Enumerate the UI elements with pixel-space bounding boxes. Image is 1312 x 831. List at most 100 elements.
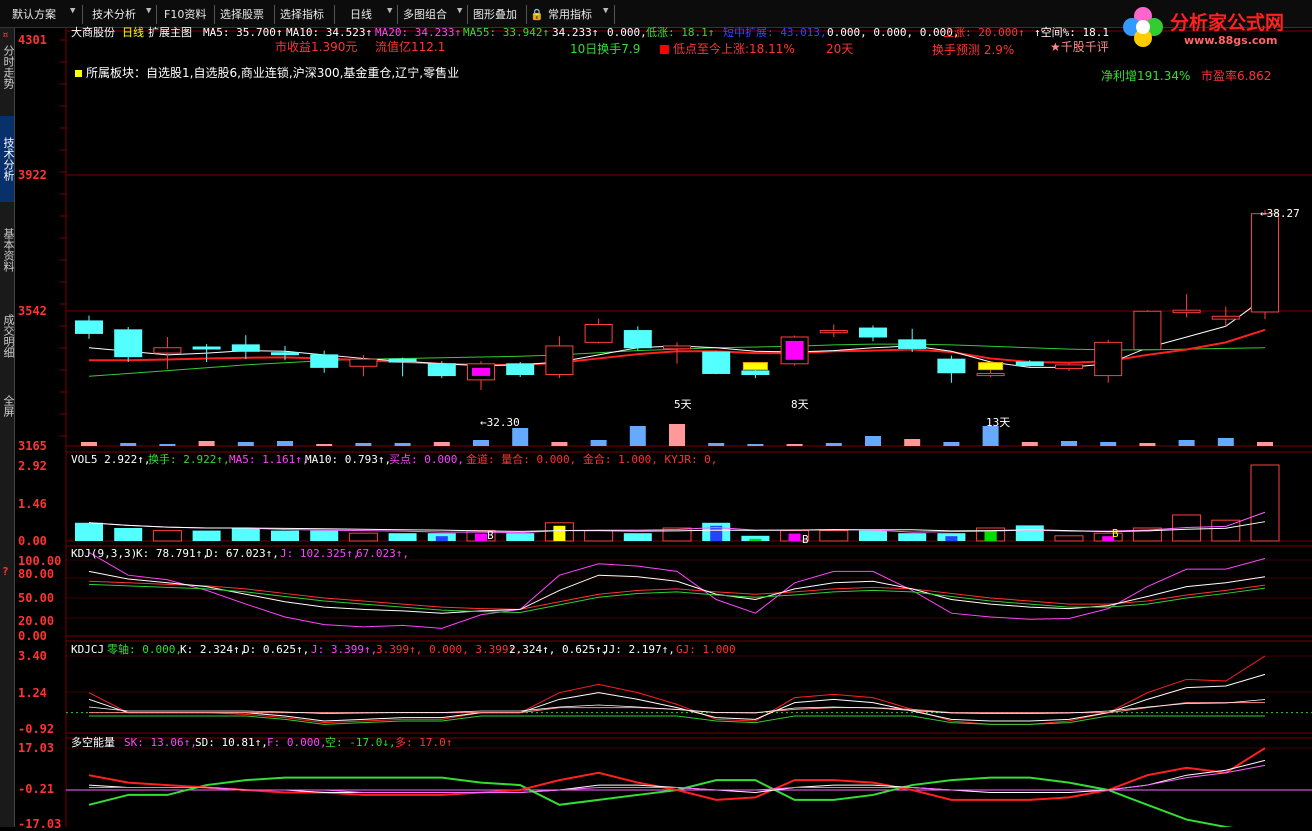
dk-header-f: F: 0.000, [267,736,327,749]
main-volume-bar [473,440,489,446]
dk-header-long: 多: 17.0↑ [395,736,453,749]
volume-bar [388,533,417,541]
kdjcj-k-line [88,673,1266,722]
volume-bar [623,533,652,541]
main-volume-bars [81,424,1273,446]
main-volume-bar [277,441,293,446]
main-volume-bar [1178,440,1195,446]
candle-body [1133,310,1162,351]
ma10-value: MA10: 34.523↑ [286,26,373,39]
main-volume-bar [512,428,529,446]
volume-bar [231,527,260,541]
ma55-value: MA55: 33.942↑ [463,26,550,39]
help-icon[interactable]: ? [2,565,9,578]
main-volume-bar [1257,442,1273,446]
ma5-value: MA5: 35.700↑ [203,26,283,39]
net-profit-info: 净利增191.34% [1101,69,1191,83]
kdj-y-100: 100.00 [18,554,62,568]
kdjcj-header-name: KDJCJ [71,643,105,656]
kdj-y-20: 20.00 [18,614,55,628]
main-volume-bar [786,444,803,446]
logo-url: www.88gs.com [1184,34,1278,47]
kdjcj-header-gj: GJ: 1.000 [676,643,736,656]
vol-y-zero: 0.00 [18,534,47,548]
main-volume-bar [120,443,137,446]
turnover10-info: 10日换手7.9 [570,42,641,56]
signal-candle [785,340,804,360]
float-cap-info: 流值亿112.1 [375,40,446,54]
volume-bar [1250,464,1280,542]
vol-header-ma10: MA10: 0.793↑, [305,453,392,466]
volume-bar [506,533,535,541]
dk-header-sd: SD: 10.81↑, [195,736,268,749]
candle-body [388,358,417,363]
moving-average-lines [88,297,1266,377]
kdj-y-80: 80.00 [18,567,55,581]
candle-body [663,345,691,350]
kdj-header-k: K: 78.791↑, [136,547,209,560]
value-2: 0.000, [607,26,647,39]
candle-body [153,347,182,354]
signal-volume-bar [553,525,566,541]
candle-body [114,329,143,358]
volume-bar [819,530,849,542]
settings-icon[interactable]: ¤ [2,28,9,41]
days-info: 20天 [826,42,854,56]
candle-body [231,344,260,352]
volume-bar [152,530,182,542]
main-volume-bar [1061,441,1077,446]
candle-body [898,339,927,349]
vol-y-mid: 1.46 [18,497,47,511]
signal-candle [472,367,490,376]
signal-volume-bar [749,538,762,541]
volume-bar [898,533,927,541]
main-volume-bar [551,442,568,446]
volume-bar [348,532,378,542]
kdjcj-lines [66,655,1312,725]
dk-y-min: -17.03 [18,817,62,831]
main-indicator-label: 扩展主图 [148,26,192,39]
y-label-4301: 4301 [18,33,47,47]
candle-body [819,330,848,334]
main-volume-bar [708,443,725,446]
main-volume-bar [590,440,607,446]
duokong-lines [66,747,1312,827]
main-volume-bar [159,444,176,446]
stock-chart-canvas[interactable] [0,0,1312,827]
kdj-header-j: J: 102.325↑, [280,547,360,560]
sector-info: 所属板块：自选股1,自选股6,商业连锁,沪深300,基金重仓,辽宁,零售业 [86,66,460,80]
vol-header-buy: 买点: 0.000, [389,453,464,466]
y-label-3542: 3542 [18,304,47,318]
stock-rating-link[interactable]: ★千股千评 [1050,41,1109,54]
volume-bar [75,522,103,541]
turnover-forecast-info: 换手预测 2.9% [932,43,1015,57]
volume-bar [114,527,143,541]
candle-body [1251,213,1279,313]
kdj-header-name: KDJ(9,3,3) [71,547,138,560]
ma20-value: MA20: 34.233↑ [375,26,462,39]
main-volume-bar [1021,442,1038,446]
main-volume-bar [1217,438,1234,446]
kdjcj-header-j: J: 3.399↑, [311,643,378,656]
candle-body [192,346,221,350]
main-volume-bar [1139,443,1156,446]
candle-body [75,320,103,334]
stock-name: 大商股份 [71,26,115,39]
volume-bar [271,530,299,541]
main-volume-bar [629,426,646,446]
kdj-header-d: D: 67.023↑, [206,547,279,560]
volume-bars [75,464,1280,542]
volume-bar [1054,535,1084,542]
main-volume-bar [1100,442,1117,446]
candle-body [584,323,613,343]
period-label: 日线 [122,26,144,39]
candle-body [1211,315,1240,320]
low-to-now-info: 低点至今上涨:18.11% [673,42,795,56]
signal-volume-bar [475,533,487,541]
kdjcj-header-vals: 3.399↑, 0.000, 3.399↑, [376,643,522,656]
candle-body [1055,364,1083,369]
high-price-annotation: ←38.27 [1260,207,1300,220]
candle-body [427,363,456,377]
dk-y-max: 17.03 [18,741,55,755]
main-volume-bar [982,426,999,446]
